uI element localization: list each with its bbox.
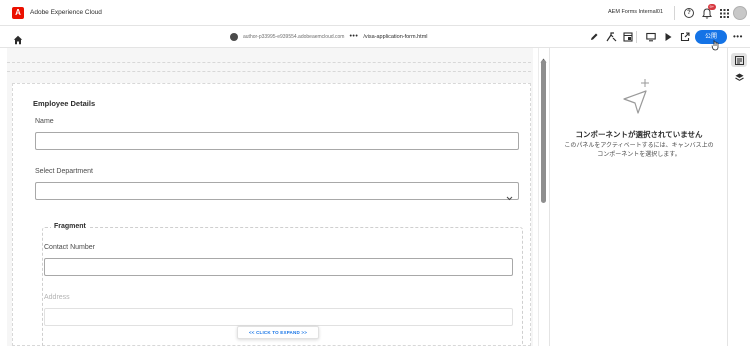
- layers-icon[interactable]: [731, 70, 747, 84]
- side-rail: [727, 48, 750, 346]
- rule-editor-icon[interactable]: [605, 31, 617, 43]
- chevron-down-icon: [506, 188, 513, 206]
- department-label: Select Department: [35, 168, 93, 175]
- name-label: Name: [35, 118, 54, 125]
- globe-icon: [230, 33, 238, 41]
- edit-icon[interactable]: [588, 31, 600, 43]
- preview-device-icon[interactable]: [645, 31, 657, 43]
- click-to-expand-button[interactable]: << CLICK TO EXPAND >>: [237, 326, 319, 339]
- play-preview-icon[interactable]: [662, 31, 674, 43]
- contact-number-field[interactable]: [44, 258, 513, 276]
- apps-grid-icon[interactable]: [717, 6, 731, 20]
- empty-state-title: コンポーネントが選択されていません: [575, 130, 703, 139]
- contact-number-label: Contact Number: [44, 244, 95, 251]
- canvas-header-placeholder[interactable]: [7, 62, 531, 72]
- mouse-pointer-icon: [711, 38, 721, 56]
- page-properties-icon[interactable]: [622, 31, 634, 43]
- notification-badge: 9+: [708, 4, 716, 10]
- app-title[interactable]: Adobe Experience Cloud: [30, 9, 102, 16]
- section-title: Employee Details: [33, 99, 96, 108]
- adobe-logo[interactable]: A: [12, 6, 24, 19]
- url-host: author-p33995-e939554.adobeaemcloud.com: [243, 34, 345, 40]
- page-url: author-p33995-e939554.adobeaemcloud.com …: [230, 32, 428, 42]
- name-field[interactable]: [35, 132, 519, 150]
- properties-panel: コンポーネントが選択されていません このパネルをアクティベートするには、キャンバ…: [549, 48, 727, 346]
- url-more-icon[interactable]: •••: [349, 33, 358, 41]
- more-options-icon[interactable]: •••: [733, 33, 743, 41]
- empty-state-description: このパネルをアクティベートするには、キャンバス上のコンポーネントを選択します。: [564, 143, 714, 158]
- url-path: /visa-application-form.html: [363, 34, 428, 40]
- form-container[interactable]: Employee Details Name Select Department …: [12, 83, 531, 346]
- bell-icon[interactable]: 9+: [700, 4, 716, 20]
- help-icon[interactable]: ?: [682, 6, 696, 20]
- header-divider: [674, 6, 675, 20]
- properties-icon[interactable]: [731, 53, 747, 67]
- scroll-down-icon[interactable]: [540, 338, 547, 346]
- scrollbar-thumb[interactable]: [541, 60, 546, 203]
- select-pointer-icon: [616, 79, 656, 120]
- address-label: Address: [44, 294, 70, 301]
- department-select[interactable]: [35, 182, 519, 201]
- editor-toolbar: author-p33995-e939554.adobeaemcloud.com …: [0, 26, 750, 48]
- toolbar-divider: [636, 31, 637, 43]
- fragment-title: Fragment: [51, 223, 89, 230]
- share-icon[interactable]: [679, 31, 691, 43]
- org-switcher[interactable]: AEM Forms Internal01: [608, 9, 663, 15]
- avatar[interactable]: [733, 6, 747, 20]
- address-field[interactable]: [44, 308, 513, 326]
- editor-canvas: Employee Details Name Select Department …: [0, 48, 538, 346]
